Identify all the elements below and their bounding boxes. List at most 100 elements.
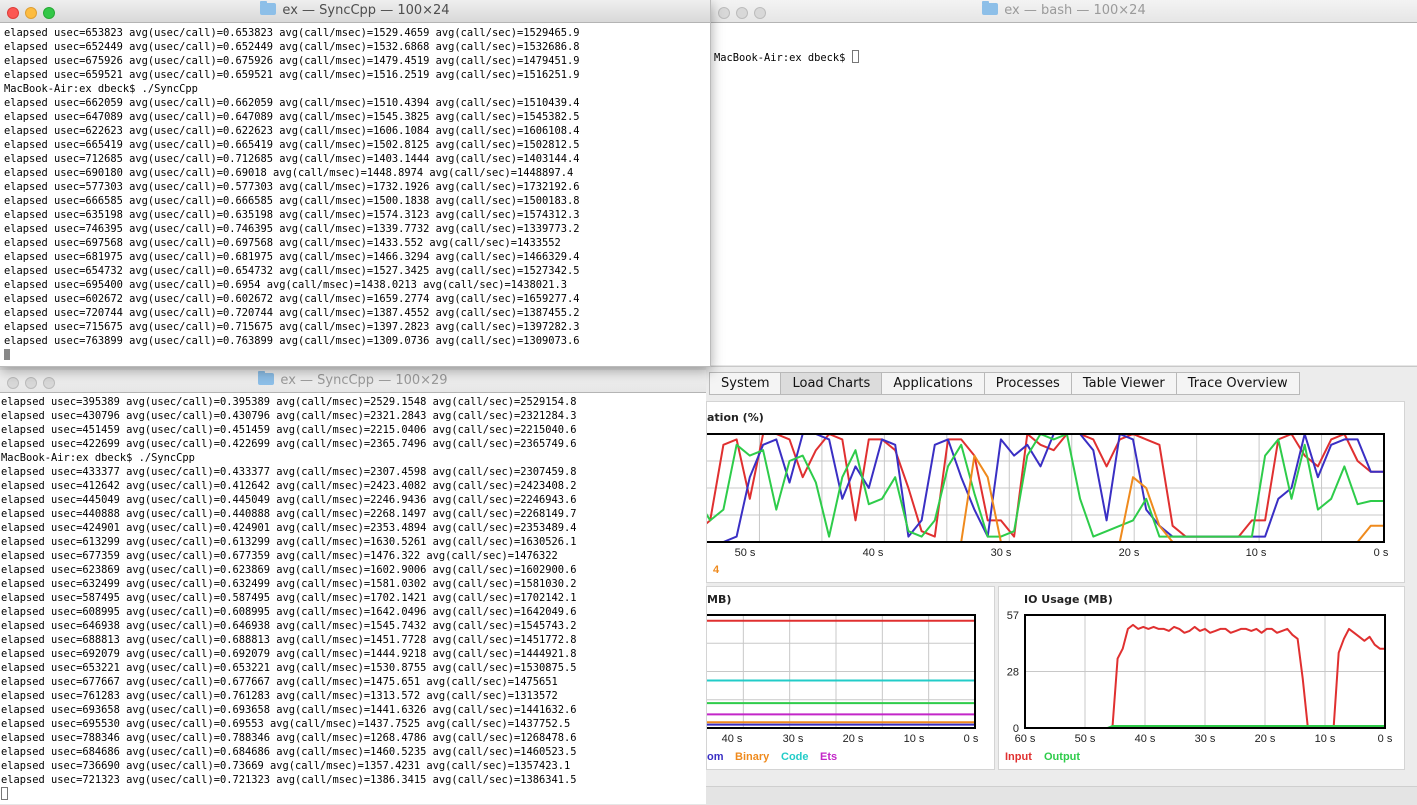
bash-titlebar[interactable]: ex — bash — 100×24: [711, 0, 1417, 23]
terminal-line: elapsed usec=602672 avg(usec/call)=0.602…: [4, 293, 580, 305]
status-bar: [706, 786, 1417, 805]
folder-icon: [258, 371, 275, 385]
terminal-output[interactable]: elapsed usec=653823 avg(usec/call)=0.653…: [0, 26, 710, 366]
terminal-line: elapsed usec=681975 avg(usec/call)=0.681…: [4, 251, 580, 263]
zoom-button[interactable]: [43, 7, 55, 19]
terminal-line: elapsed usec=712685 avg(usec/call)=0.712…: [4, 153, 580, 165]
terminal-line: elapsed usec=688813 avg(usec/call)=0.688…: [1, 634, 577, 646]
terminal-line: elapsed usec=613299 avg(usec/call)=0.613…: [1, 536, 577, 548]
terminal-line: elapsed usec=412642 avg(usec/call)=0.412…: [1, 480, 577, 492]
zoom-button[interactable]: [754, 7, 766, 19]
terminal-line: elapsed usec=695400 avg(usec/call)=0.695…: [4, 279, 568, 291]
x-tick-label: 10 s: [1246, 547, 1267, 559]
terminal-line: elapsed usec=647089 avg(usec/call)=0.647…: [4, 111, 580, 123]
text-cursor: [851, 50, 859, 63]
terminal-line: elapsed usec=675926 avg(usec/call)=0.675…: [4, 55, 580, 67]
folder-icon: [260, 1, 277, 15]
x-tick-label: 30 s: [1195, 733, 1216, 745]
legend-item: om: [707, 751, 724, 763]
terminal-line: elapsed usec=677667 avg(usec/call)=0.677…: [1, 676, 558, 688]
terminal-line: elapsed usec=720744 avg(usec/call)=0.720…: [4, 307, 580, 319]
terminal-line: elapsed usec=662059 avg(usec/call)=0.662…: [4, 97, 580, 109]
x-tick-label: 20 s: [843, 733, 864, 745]
tab-system[interactable]: System: [709, 372, 782, 395]
cpu-panel: ation (%) 50 s 40 s 30 s 20 s 10 s0 s 4: [706, 401, 1405, 583]
terminal-line: elapsed usec=693658 avg(usec/call)=0.693…: [1, 704, 577, 716]
terminal-line: elapsed usec=690180 avg(usec/call)=0.690…: [4, 167, 574, 179]
memory-chart: 40 s 30 s 20 s 10 s 0 s: [707, 614, 979, 745]
terminal-line: elapsed usec=451459 avg(usec/call)=0.451…: [1, 424, 577, 436]
terminal-line: elapsed usec=666585 avg(usec/call)=0.666…: [4, 195, 580, 207]
terminal-line: elapsed usec=635198 avg(usec/call)=0.635…: [4, 209, 580, 221]
cursor-line: [1, 787, 706, 801]
terminal-line: elapsed usec=684686 avg(usec/call)=0.684…: [1, 746, 577, 758]
x-tick-label: 50 s: [735, 547, 756, 559]
folder-icon: [982, 1, 999, 15]
terminal-line: elapsed usec=695530 avg(usec/call)=0.695…: [1, 718, 571, 730]
y-tick-label: 0: [1013, 723, 1019, 735]
terminal-line: elapsed usec=577303 avg(usec/call)=0.577…: [4, 181, 580, 193]
x-tick-label: 50 s: [1075, 733, 1096, 745]
x-tick-label: 30 s: [991, 547, 1012, 559]
x-tick-label: 10 s: [904, 733, 925, 745]
zoom-button[interactable]: [43, 377, 55, 389]
terminal-line: elapsed usec=746395 avg(usec/call)=0.746…: [4, 223, 580, 235]
terminal-line: MacBook-Air:ex dbeck$ ./SyncCpp: [1, 452, 195, 464]
synccpp-top-titlebar[interactable]: ex — SyncCpp — 100×24: [0, 0, 710, 23]
y-tick-label: 57: [1007, 610, 1019, 622]
synccpp-window-bottom[interactable]: ex — SyncCpp — 100×29 elapsed usec=39538…: [0, 370, 706, 804]
window-title: ex — bash — 100×24: [1004, 3, 1146, 18]
terminal-line: elapsed usec=422699 avg(usec/call)=0.422…: [1, 438, 577, 450]
terminal-output[interactable]: elapsed usec=395389 avg(usec/call)=0.395…: [0, 395, 706, 804]
terminal-line: elapsed usec=692079 avg(usec/call)=0.692…: [1, 648, 577, 660]
terminal-line: MacBook-Air:ex dbeck$ ./SyncCpp: [4, 83, 198, 95]
tab-load-charts[interactable]: Load Charts: [781, 372, 883, 395]
terminal-line: elapsed usec=677359 avg(usec/call)=0.677…: [1, 550, 558, 562]
terminal-line: elapsed usec=622623 avg(usec/call)=0.622…: [4, 125, 580, 137]
x-tick-label: 0 s: [964, 733, 979, 745]
terminal-line: elapsed usec=395389 avg(usec/call)=0.395…: [1, 396, 577, 408]
terminal-line: elapsed usec=665419 avg(usec/call)=0.665…: [4, 139, 580, 151]
legend-item: Binary: [735, 751, 770, 763]
x-tick-label: 20 s: [1255, 733, 1276, 745]
synccpp-bottom-titlebar[interactable]: ex — SyncCpp — 100×29: [0, 370, 706, 393]
legend-item: Output: [1044, 751, 1081, 763]
x-tick-label: 0 s: [1374, 547, 1389, 559]
bash-window[interactable]: ex — bash — 100×24 MacBook-Air:ex dbeck$: [711, 0, 1417, 365]
x-tick-label: 40 s: [722, 733, 743, 745]
terminal-line: elapsed usec=763899 avg(usec/call)=0.763…: [4, 335, 580, 347]
window-title: ex — SyncCpp — 100×24: [282, 3, 450, 18]
terminal-line: elapsed usec=440888 avg(usec/call)=0.440…: [1, 508, 577, 520]
bash-terminal[interactable]: MacBook-Air:ex dbeck$: [711, 22, 1417, 365]
tab-applications[interactable]: Applications: [882, 372, 985, 395]
tab-bar: System Load Charts Applications Processes Ta…: [709, 372, 1300, 395]
minimize-button[interactable]: [736, 7, 748, 19]
memory-panel: MB) 40 s 30 s 20 s 10 s0 s om Binary Code E…: [706, 586, 995, 770]
close-button[interactable]: [718, 7, 730, 19]
tab-table-viewer[interactable]: Table Viewer: [1071, 372, 1177, 395]
minimize-button[interactable]: [25, 377, 37, 389]
close-button[interactable]: [7, 7, 19, 19]
text-cursor: [1, 787, 8, 800]
terminal-line: elapsed usec=424901 avg(usec/call)=0.424…: [1, 522, 577, 534]
cpu-chart: 50 s 40 s 30 s 20 s 10 s 0 s: [707, 433, 1389, 559]
tab-processes[interactable]: Processes: [984, 372, 1072, 395]
text-cursor: [4, 349, 10, 360]
terminal-line: elapsed usec=761283 avg(usec/call)=0.761…: [1, 690, 558, 702]
legend-item: Ets: [820, 751, 838, 763]
terminal-line: elapsed usec=445049 avg(usec/call)=0.445…: [1, 494, 577, 506]
close-button[interactable]: [7, 377, 19, 389]
terminal-line: elapsed usec=697568 avg(usec/call)=0.697…: [4, 237, 561, 249]
synccpp-window-top[interactable]: ex — SyncCpp — 100×24 elapsed usec=65382…: [0, 0, 711, 367]
tab-trace-overview[interactable]: Trace Overview: [1176, 372, 1300, 395]
terminal-line: elapsed usec=736690 avg(usec/call)=0.736…: [1, 760, 571, 772]
terminal-line: elapsed usec=608995 avg(usec/call)=0.608…: [1, 606, 577, 618]
terminal-line: elapsed usec=653823 avg(usec/call)=0.653…: [4, 27, 580, 39]
minimize-button[interactable]: [25, 7, 37, 19]
terminal-line: elapsed usec=653221 avg(usec/call)=0.653…: [1, 662, 577, 674]
legend-item: Input: [1005, 751, 1032, 763]
io-chart: 60 s 50 s 40 s 30 s 20 s 10 s0 s57280: [1007, 610, 1393, 745]
terminal-line: elapsed usec=646938 avg(usec/call)=0.646…: [1, 620, 577, 632]
window-title: ex — SyncCpp — 100×29: [280, 373, 448, 388]
cursor-line: [4, 348, 710, 362]
